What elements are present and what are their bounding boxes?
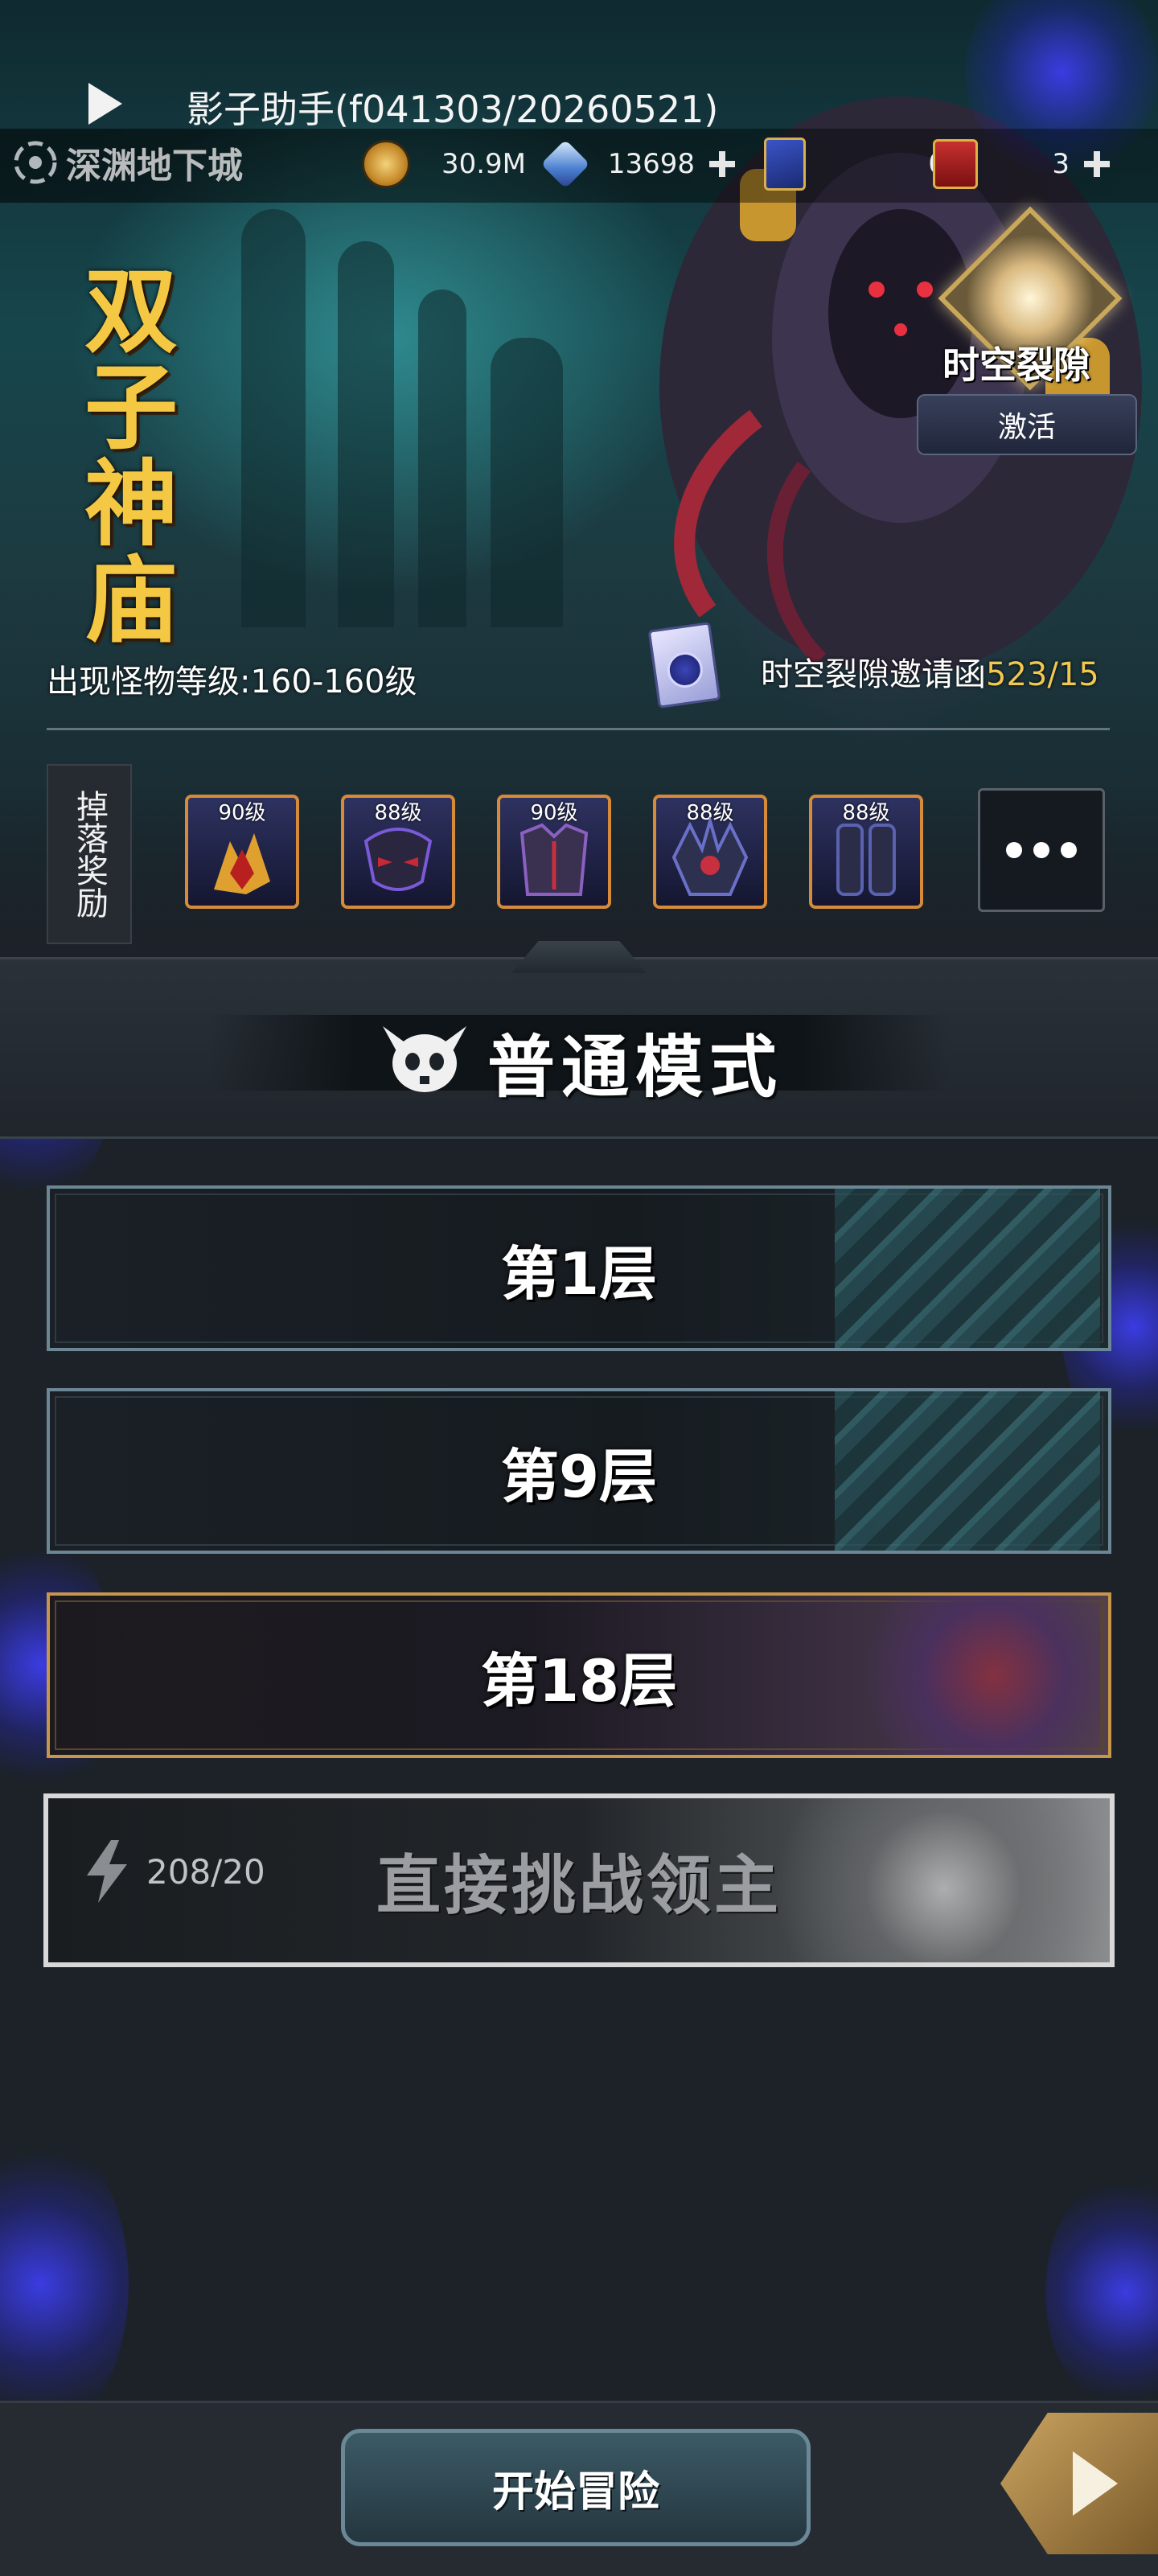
- invitation-count: 523/15: [986, 656, 1099, 693]
- start-adventure-button[interactable]: 开始冒险: [341, 2429, 811, 2546]
- shadow-armor-icon: [519, 823, 589, 896]
- demon-skull-icon: [383, 1026, 466, 1092]
- dungeon-title: 双子神庙: [68, 261, 178, 647]
- crystal-resource: 13698: [540, 135, 738, 193]
- abyss-swirl-icon: [14, 141, 57, 184]
- card-resource: 0: [764, 135, 946, 193]
- golden-claw-gauntlet-icon: [214, 833, 270, 894]
- mode-title: 普通模式: [487, 1028, 784, 1107]
- floor-9-button[interactable]: 第9层: [47, 1388, 1111, 1554]
- drop-item[interactable]: 88级: [653, 795, 767, 909]
- crystal-icon: [540, 139, 590, 189]
- add-gold-box-button[interactable]: [1081, 148, 1113, 180]
- gold-box-resource: 3: [933, 135, 1113, 193]
- floor-18-button[interactable]: 第18层: [47, 1592, 1111, 1758]
- floor-1-button[interactable]: 第1层: [47, 1185, 1111, 1351]
- drop-item[interactable]: 88级: [341, 795, 455, 909]
- more-drops-button[interactable]: [978, 788, 1105, 912]
- floor-label: 第9层: [500, 1442, 658, 1510]
- app-title: 影子助手(f041303/20260521): [187, 88, 719, 131]
- gold-coin-icon: [362, 140, 410, 188]
- floor-label: 第18层: [480, 1646, 678, 1715]
- dungeon-name-text: 深渊地下城: [66, 146, 243, 187]
- floor-label: 第1层: [500, 1239, 658, 1308]
- play-icon[interactable]: [88, 83, 122, 125]
- monster-level-range: 出现怪物等级:160-160级: [47, 664, 417, 700]
- rift-label: 时空裂隙: [942, 343, 1090, 387]
- gold-resource: 30.9M: [362, 135, 526, 193]
- gold-value: 30.9M: [441, 148, 526, 180]
- spiked-pauldron-icon: [671, 817, 749, 896]
- drop-item[interactable]: 90级: [497, 795, 611, 909]
- dot: [1006, 842, 1022, 858]
- card-icon: [764, 138, 806, 191]
- card-value: 0: [817, 148, 946, 180]
- invitation-label: 时空裂隙邀请函: [761, 656, 986, 693]
- activate-rift-button[interactable]: 激活: [917, 394, 1137, 455]
- drop-item[interactable]: 90级: [185, 795, 299, 909]
- dark-greaves-icon: [836, 824, 896, 896]
- rift-invitation: 时空裂隙邀请函523/15: [761, 648, 1099, 695]
- divider: [47, 728, 1110, 730]
- invitation-scroll-icon: [647, 622, 721, 709]
- gold-box-icon: [933, 139, 978, 189]
- top-bar: 影子助手(f041303/20260521) 深渊地下城 30.9M 13698…: [0, 0, 1158, 209]
- challenge-boss-label: 直接挑战领主: [376, 1848, 782, 1923]
- dot: [1033, 842, 1049, 858]
- dot: [1061, 842, 1077, 858]
- dark-demon-helm-icon: [363, 828, 433, 891]
- crystal-value: 13698: [607, 148, 695, 180]
- drop-item[interactable]: 88级: [809, 795, 923, 909]
- dungeon-name: 深渊地下城: [13, 137, 243, 188]
- challenge-boss-button[interactable]: 208/20 直接挑战领主: [43, 1793, 1115, 1967]
- add-crystal-button[interactable]: [706, 148, 738, 180]
- gold-box-value: 3: [1052, 148, 1070, 180]
- drop-rewards-label: 掉落奖励: [47, 764, 132, 944]
